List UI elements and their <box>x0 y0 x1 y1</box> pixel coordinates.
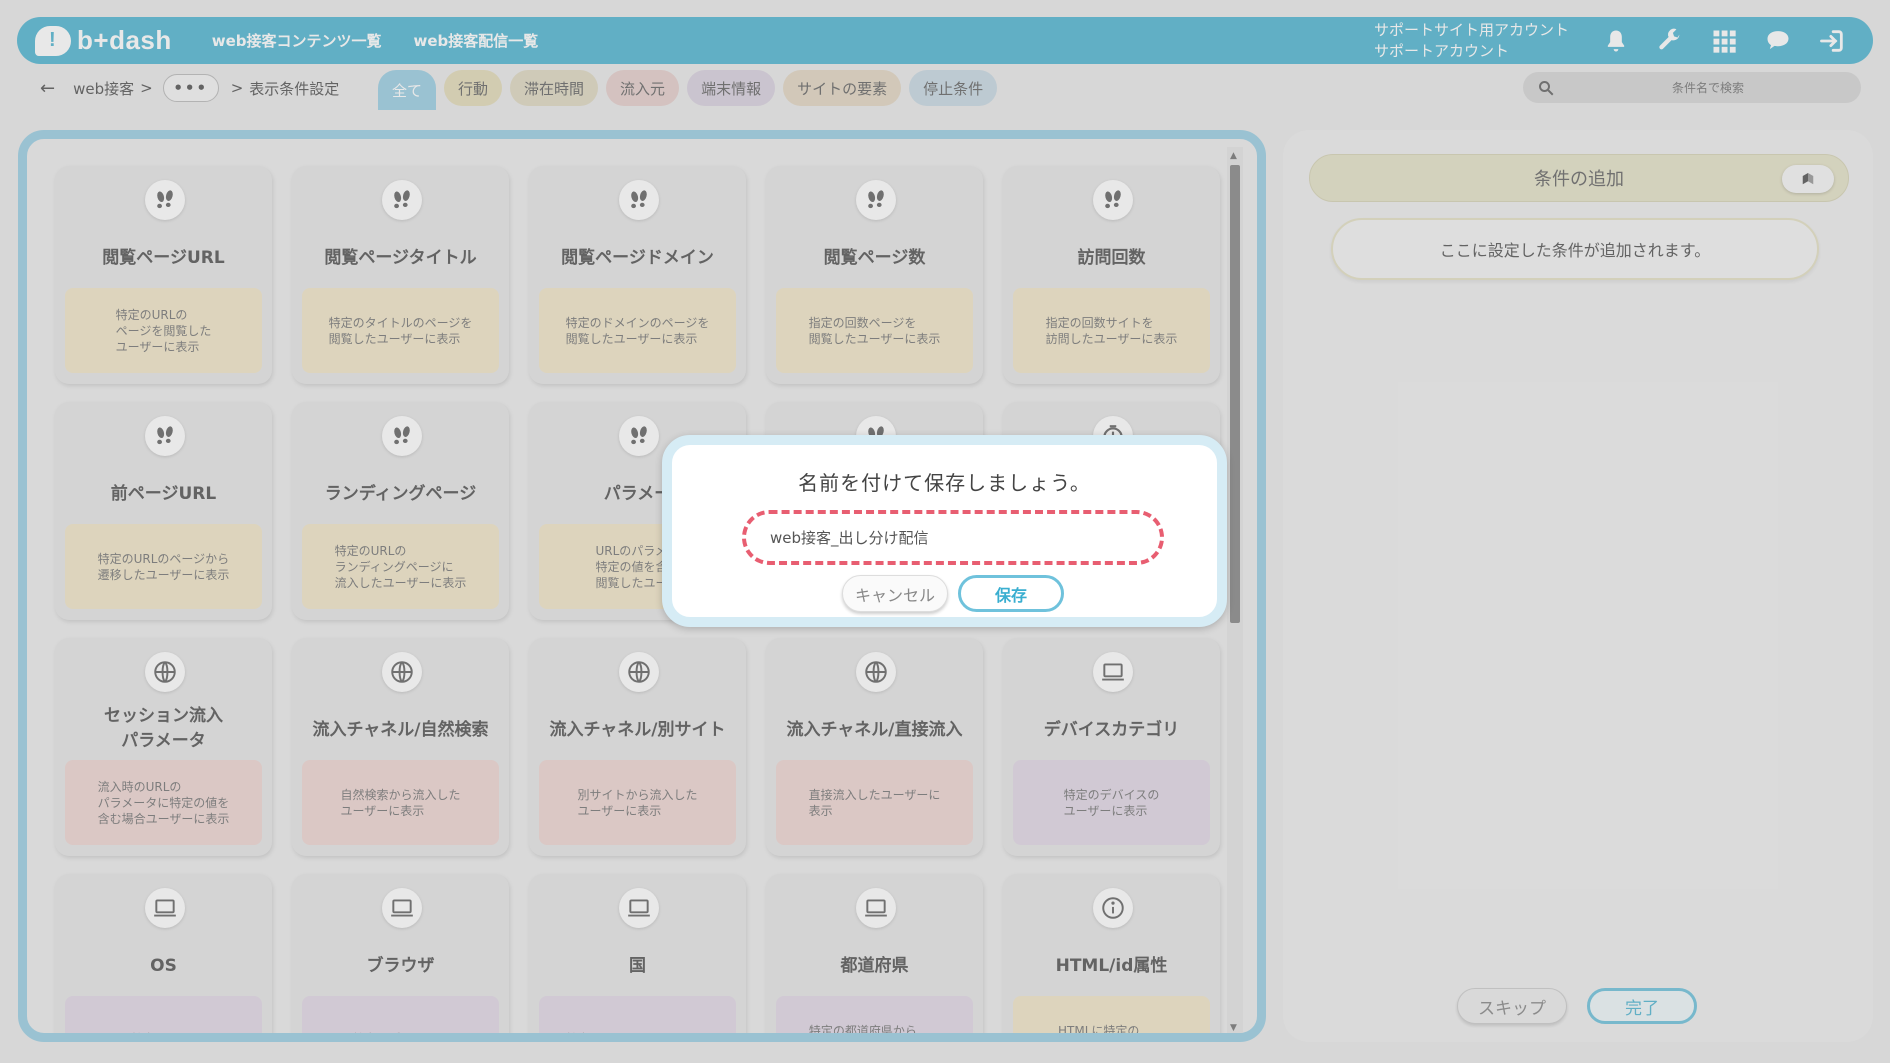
save-name-modal: 名前を付けて保存しましょう。 キャンセル 保存 <box>662 435 1227 627</box>
save-button[interactable]: 保存 <box>958 575 1064 612</box>
cancel-button[interactable]: キャンセル <box>842 575 948 612</box>
name-field-highlight <box>742 510 1164 565</box>
name-input[interactable] <box>770 528 1160 547</box>
modal-title: 名前を付けて保存しましょう。 <box>798 471 1091 495</box>
